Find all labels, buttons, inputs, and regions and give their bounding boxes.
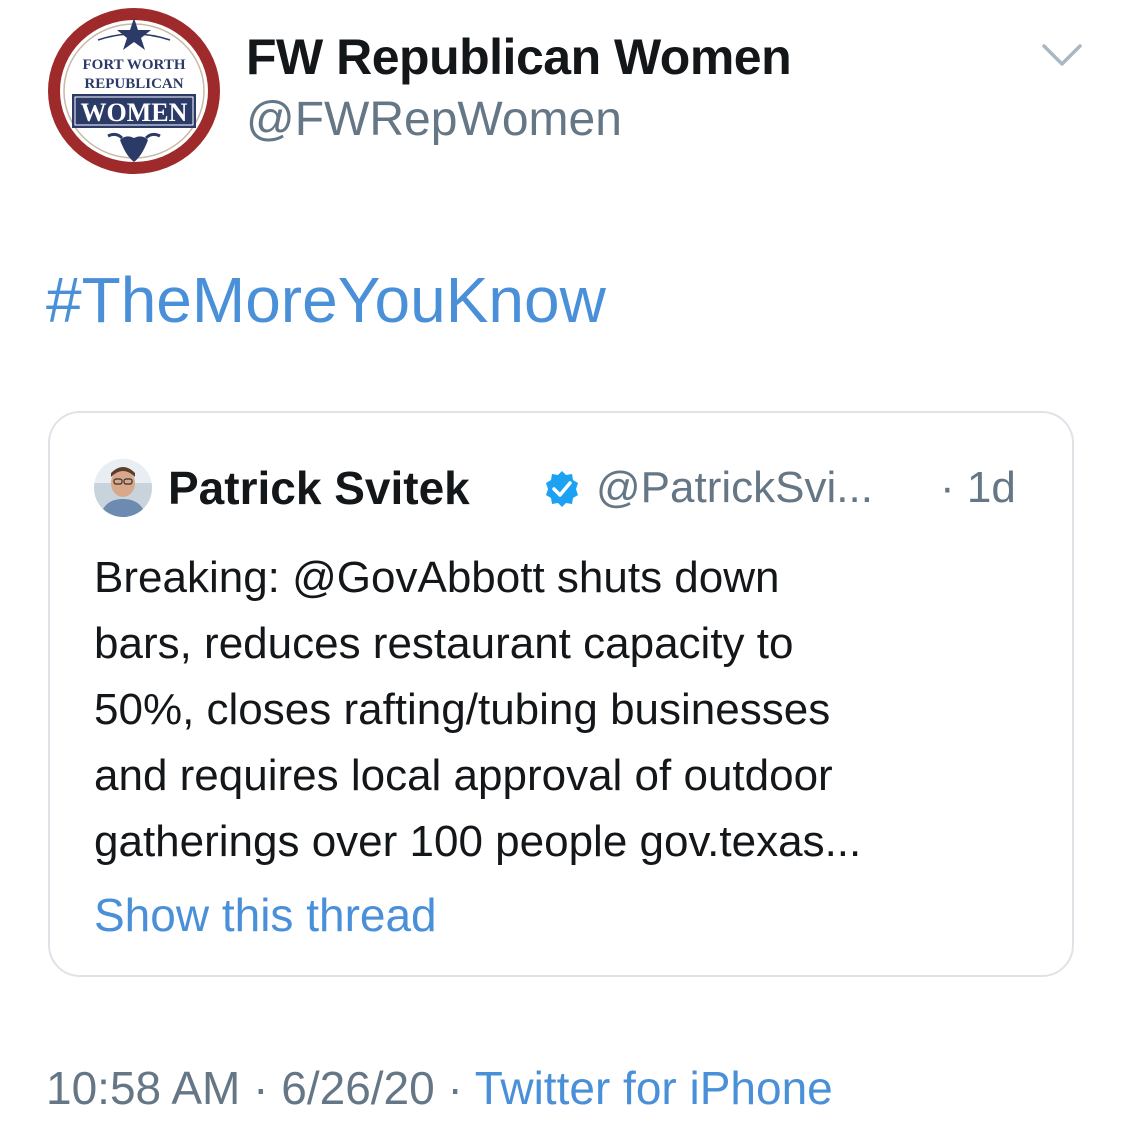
logo-text-women: WOMEN — [81, 98, 188, 127]
tweet-time: 10:58 AM — [46, 1062, 241, 1114]
quoted-author-handle[interactable]: @PatrickSvi... — [596, 459, 873, 517]
meta-separator: · — [240, 1062, 282, 1114]
chevron-down-icon — [1042, 44, 1082, 66]
tweet-menu-button[interactable] — [1040, 40, 1084, 70]
person-avatar-icon — [94, 459, 152, 517]
quoted-author-avatar[interactable] — [94, 459, 152, 517]
tweet-date: 6/26/20 — [281, 1062, 435, 1114]
author-handle[interactable]: @FWRepWomen — [246, 90, 622, 150]
quoted-tweet-time: · 1d — [940, 463, 1016, 512]
quoted-text-line: bars, reduces restaurant capacity to — [94, 619, 794, 668]
fort-worth-republican-women-logo: FORT WORTH REPUBLICAN WOMEN — [48, 8, 220, 174]
tweet-metadata: 10:58 AM · 6/26/20 · Twitter for iPhone — [46, 1058, 833, 1118]
quoted-text-line: Breaking: @GovAbbott shuts down — [94, 553, 780, 602]
quoted-tweet-card[interactable]: Patrick Svitek @PatrickSvi... · 1d Break… — [48, 411, 1074, 977]
author-avatar[interactable]: FORT WORTH REPUBLICAN WOMEN — [46, 6, 222, 176]
quoted-text-line: and requires local approval of outdoor — [94, 751, 833, 800]
meta-separator: · — [434, 1062, 475, 1114]
verified-badge-icon — [542, 469, 582, 509]
quoted-text-line: gatherings over 100 people gov.texas... — [94, 817, 862, 866]
quoted-text-line: 50%, closes rafting/tubing businesses — [94, 685, 831, 734]
show-thread-link[interactable]: Show this thread — [94, 885, 437, 945]
tweet-source-link[interactable]: Twitter for iPhone — [475, 1062, 833, 1114]
logo-text-fort-worth: FORT WORTH — [83, 57, 186, 73]
author-display-name[interactable]: FW Republican Women — [246, 26, 792, 88]
quoted-tweet-text: Breaking: @GovAbbott shuts down bars, re… — [94, 545, 1044, 875]
hashtag-link[interactable]: #TheMoreYouKnow — [46, 262, 606, 338]
quoted-author-display-name[interactable]: Patrick Svitek — [168, 459, 470, 517]
logo-text-republican: REPUBLICAN — [84, 76, 183, 92]
